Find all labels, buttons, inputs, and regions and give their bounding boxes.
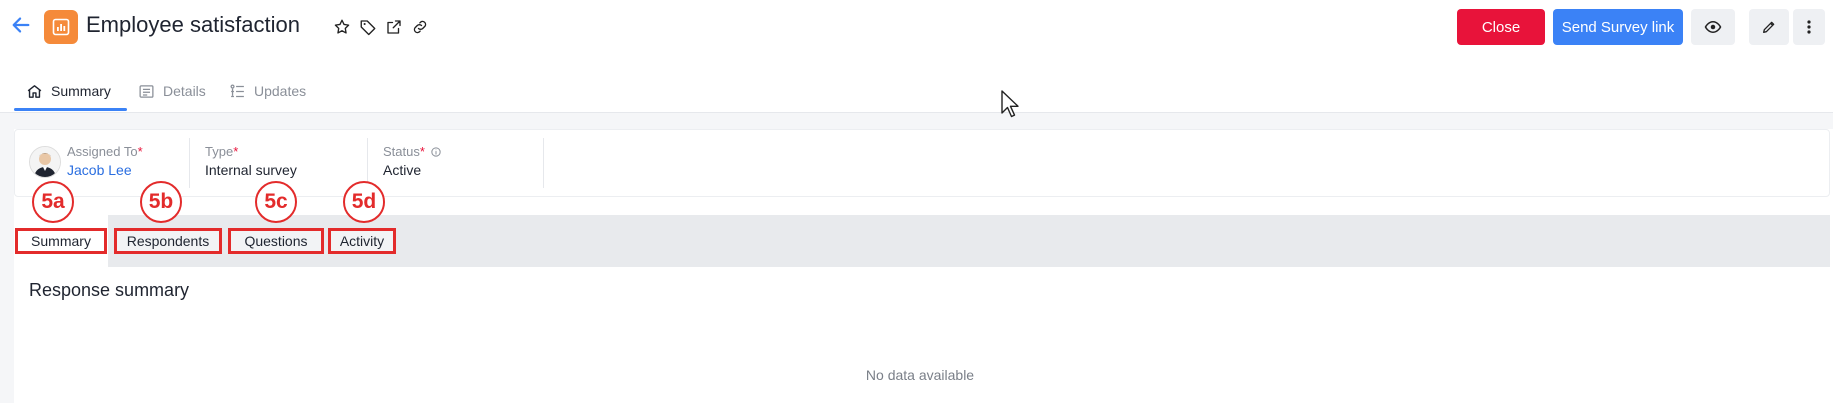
tab-details[interactable]: Details [138, 76, 206, 106]
assigned-to-label: Assigned To* [67, 144, 143, 159]
divider [543, 138, 544, 188]
tab-summary-label: Summary [51, 83, 111, 99]
more-options-button[interactable] [1793, 9, 1825, 45]
star-icon[interactable] [333, 18, 351, 36]
page-title: Employee satisfaction [86, 12, 300, 37]
inner-tab-summary[interactable]: Summary [15, 228, 107, 254]
eye-icon [1704, 20, 1722, 34]
divider [189, 138, 190, 188]
page-gutter [0, 113, 14, 403]
arrow-left-icon[interactable] [10, 14, 32, 36]
info-icon [431, 146, 441, 157]
section-title: Response summary [29, 280, 190, 300]
list-icon [139, 84, 154, 98]
annotation-badge-5c: 5c [255, 181, 297, 223]
close-button[interactable]: Close [1457, 9, 1545, 45]
tab-details-label: Details [163, 83, 206, 99]
avatar [29, 146, 61, 178]
status-value[interactable]: Active [383, 162, 421, 178]
page-background [0, 113, 1833, 129]
annotation-badge-5b: 5b [140, 181, 182, 223]
more-vertical-icon [1807, 20, 1811, 34]
mouse-cursor-icon [1001, 90, 1019, 118]
inner-tab-respondents[interactable]: Respondents [114, 228, 222, 254]
send-survey-link-button[interactable]: Send Survey link [1553, 9, 1683, 45]
empty-state-message: No data available [865, 367, 975, 383]
type-label: Type* [205, 144, 239, 159]
inner-tab-questions[interactable]: Questions [228, 228, 324, 254]
report-icon [44, 10, 78, 44]
inner-tab-activity[interactable]: Activity [328, 228, 396, 254]
home-icon [27, 84, 42, 98]
annotation-badge-5a: 5a [32, 181, 74, 223]
timeline-icon [230, 83, 244, 97]
active-tab-indicator [14, 108, 127, 111]
tab-updates[interactable]: Updates [229, 76, 306, 106]
status-label: Status* [383, 144, 441, 159]
tab-updates-label: Updates [254, 83, 307, 99]
tab-summary[interactable]: Summary [26, 76, 111, 106]
pencil-icon [1763, 21, 1775, 33]
type-value[interactable]: Internal survey [205, 162, 297, 178]
annotation-badge-5d: 5d [343, 181, 385, 223]
tag-icon[interactable] [359, 18, 377, 36]
assignee-link[interactable]: Jacob Lee [67, 162, 132, 178]
external-link-icon[interactable] [385, 18, 403, 36]
link-icon[interactable] [411, 18, 429, 36]
preview-button[interactable] [1691, 9, 1735, 45]
edit-button[interactable] [1749, 9, 1789, 45]
